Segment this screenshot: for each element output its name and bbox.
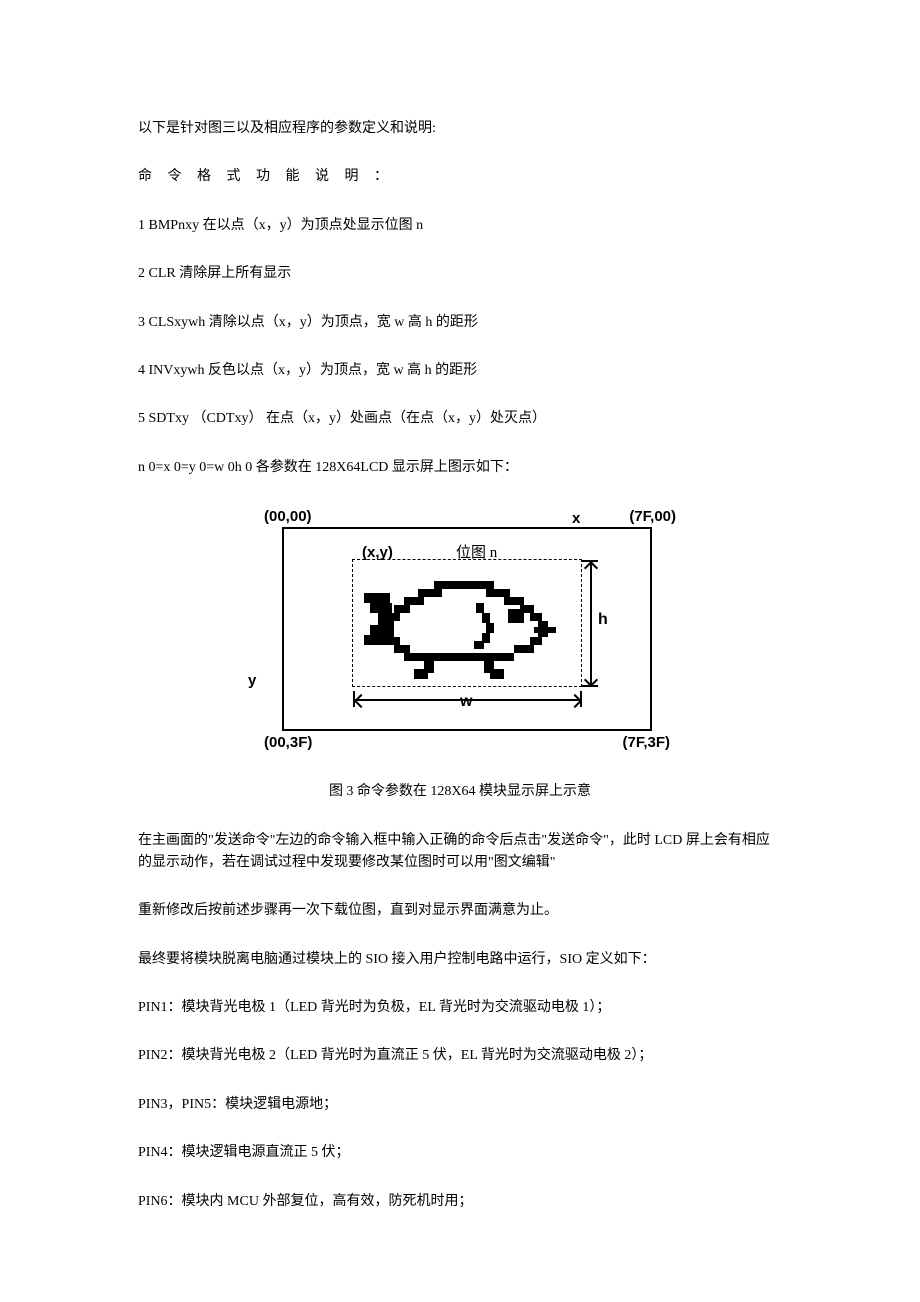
- lcd-outer-rect: (x,y) 位图 n: [282, 527, 652, 731]
- figure-3-container: (00,00) x (7F,00) y (00,3F) (7F,3F) (x,y…: [138, 505, 782, 755]
- command-format-heading: 命 令 格 式 功 能 说 明 ：: [138, 166, 782, 188]
- body-paragraph-3: 最终要将模块脱离电脑通过模块上的 SIO 接入用户控制电路中运行，SIO 定义如…: [138, 949, 782, 971]
- document-page: 以下是针对图三以及相应程序的参数定义和说明: 命 令 格 式 功 能 说 明 ：…: [0, 0, 920, 1302]
- command-item-1: 1 BMPnxy 在以点（x，y）为顶点处显示位图 n: [138, 215, 782, 237]
- h-dimension-label: h: [598, 607, 608, 633]
- params-note: n 0=x 0=y 0=w 0h 0 各参数在 128X64LCD 显示屏上图示…: [138, 457, 782, 479]
- pin6-description: PIN6：模块内 MCU 外部复位，高有效，防死机时用；: [138, 1191, 782, 1213]
- command-item-2: 2 CLR 清除屏上所有显示: [138, 263, 782, 285]
- h-arrow-top: [584, 561, 598, 575]
- intro-paragraph: 以下是针对图三以及相应程序的参数定义和说明:: [138, 118, 782, 140]
- command-item-5: 5 SDTxy （CDTxy） 在点（x，y）处画点（在点（x，y）处灭点）: [138, 408, 782, 430]
- command-item-4: 4 INVxywh 反色以点（x，y）为顶点，宽 w 高 h 的距形: [138, 360, 782, 382]
- fish-bitmap-icon: [364, 573, 574, 685]
- lcd-diagram: (00,00) x (7F,00) y (00,3F) (7F,3F) (x,y…: [242, 505, 678, 755]
- pin4-description: PIN4：模块逻辑电源直流正 5 伏；: [138, 1142, 782, 1164]
- coord-bottom-left: (00,3F): [264, 731, 312, 755]
- coord-top-left: (00,00): [264, 505, 312, 529]
- body-paragraph-2: 重新修改后按前述步骤再一次下载位图，直到对显示界面满意为止。: [138, 900, 782, 922]
- pin2-description: PIN2：模块背光电极 2（LED 背光时为直流正 5 伏，EL 背光时为交流驱…: [138, 1045, 782, 1067]
- w-dimension-label: w: [460, 689, 472, 715]
- y-axis-label: y: [248, 669, 256, 693]
- command-item-3: 3 CLSxywh 清除以点（x，y）为顶点，宽 w 高 h 的距形: [138, 312, 782, 334]
- h-dimension-line: [590, 561, 592, 685]
- pin3-pin5-description: PIN3，PIN5：模块逻辑电源地；: [138, 1094, 782, 1116]
- w-arrow-left: [354, 694, 368, 708]
- coord-top-right: (7F,00): [629, 505, 676, 529]
- pin1-description: PIN1：模块背光电极 1（LED 背光时为负极，EL 背光时为交流驱动电极 1…: [138, 997, 782, 1019]
- figure-3-caption: 图 3 命令参数在 128X64 模块显示屏上示意: [138, 781, 782, 803]
- body-paragraph-1: 在主画面的"发送命令"左边的命令输入框中输入正确的命令后点击"发送命令"，此时 …: [138, 830, 782, 875]
- coord-bottom-right: (7F,3F): [622, 731, 670, 755]
